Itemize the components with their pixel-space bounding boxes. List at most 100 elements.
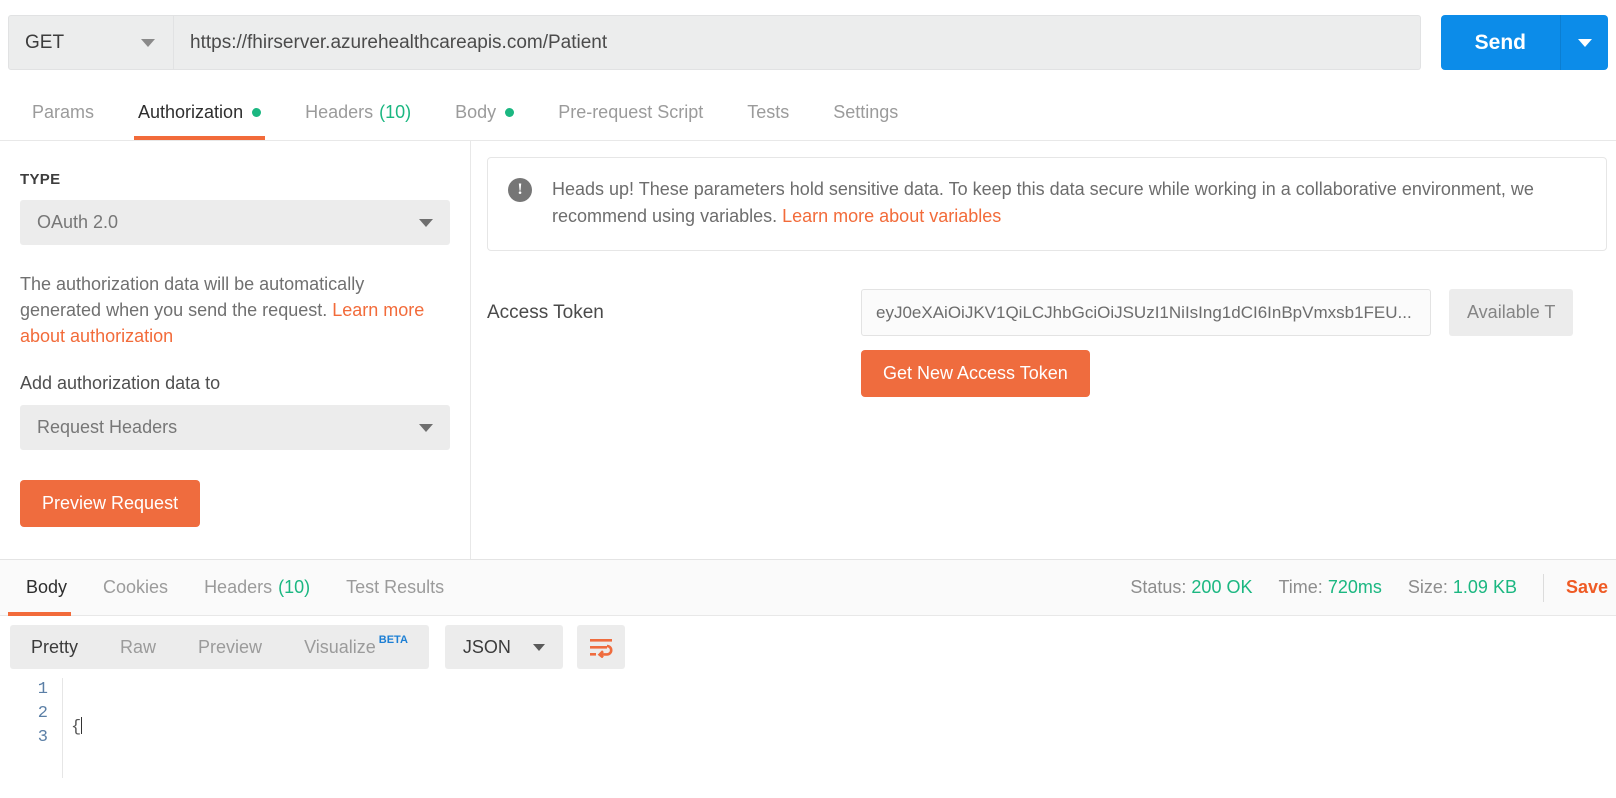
- tab-label: Pre-request Script: [558, 102, 704, 122]
- authorization-settings-column: TYPE OAuth 2.0 The authorization data wi…: [0, 141, 471, 559]
- code-content[interactable]: { "resourceType": "Bundle", "id": "164a1…: [62, 678, 1616, 778]
- format-label: Preview: [198, 636, 263, 657]
- notice-text: Heads up! These parameters hold sensitiv…: [552, 176, 1572, 230]
- status-dot-icon: [505, 108, 515, 117]
- response-tab-test-results[interactable]: Test Results: [328, 560, 462, 616]
- authorization-details-column: ! Heads up! These parameters hold sensit…: [471, 141, 1616, 559]
- format-preview-button[interactable]: Preview: [177, 625, 283, 669]
- add-authorization-data-select[interactable]: Request Headers: [20, 405, 450, 451]
- tab-label: Test Results: [346, 577, 445, 597]
- format-label: Pretty: [31, 636, 79, 657]
- format-label: Visualize: [304, 636, 376, 657]
- send-button[interactable]: Send: [1440, 15, 1560, 70]
- send-button-group: Send: [1440, 15, 1608, 70]
- tab-label: Headers: [204, 577, 273, 597]
- access-token-value: eyJ0eXAiOiJKV1QiLCJhbGciOiJSUzI1NiIsIng1…: [876, 302, 1412, 322]
- chevron-down-icon: [532, 643, 545, 651]
- status-label: Status:: [1130, 577, 1187, 597]
- word-wrap-toggle[interactable]: [576, 625, 625, 669]
- url-input[interactable]: https://fhirserver.azurehealthcareapis.c…: [174, 15, 1421, 70]
- tab-body[interactable]: Body: [433, 85, 536, 140]
- authorization-description-text: The authorization data will be automatic…: [20, 274, 365, 321]
- add-authorization-data-value: Request Headers: [37, 417, 178, 438]
- type-label: TYPE: [20, 171, 61, 188]
- access-token-row: Access Token eyJ0eXAiOiJKV1QiLCJhbGciOiJ…: [487, 289, 1616, 336]
- chevron-down-icon: [1577, 38, 1592, 47]
- response-tab-headers[interactable]: Headers (10): [186, 560, 328, 616]
- tab-pre-request-script[interactable]: Pre-request Script: [536, 85, 725, 140]
- code-line-1: {: [71, 716, 1616, 740]
- response-tabs: Body Cookies Headers (10) Test Results: [8, 560, 462, 616]
- response-tab-body[interactable]: Body: [8, 560, 85, 616]
- chevron-down-icon: [141, 38, 155, 47]
- tab-settings[interactable]: Settings: [811, 85, 920, 140]
- chevron-down-icon: [419, 218, 433, 227]
- size-badge: Size: 1.09 KB: [1408, 577, 1517, 598]
- text-cursor: [81, 717, 83, 734]
- tab-label: Authorization: [138, 102, 244, 122]
- notice-message: Heads up! These parameters hold sensitiv…: [552, 179, 1534, 226]
- available-tokens-button[interactable]: Available T: [1449, 289, 1574, 336]
- tab-count: (10): [379, 102, 412, 122]
- add-authorization-data-label: Add authorization data to: [20, 373, 221, 394]
- tab-tests[interactable]: Tests: [725, 85, 811, 140]
- tab-authorization[interactable]: Authorization: [116, 85, 283, 140]
- tab-label: Tests: [747, 102, 790, 122]
- line-number: 3: [37, 728, 48, 747]
- format-raw-button[interactable]: Raw: [99, 625, 177, 669]
- get-new-access-token-button[interactable]: Get New Access Token: [861, 350, 1090, 397]
- tab-count: (10): [278, 577, 311, 597]
- request-bar: GET https://fhirserver.azurehealthcareap…: [0, 0, 1616, 85]
- request-tabs: Params Authorization Headers (10) Body P…: [0, 85, 1616, 141]
- auth-type-select[interactable]: OAuth 2.0: [20, 200, 450, 245]
- tab-label: Body: [455, 102, 497, 122]
- learn-more-variables-link[interactable]: Learn more about variables: [782, 206, 1001, 226]
- response-body-code[interactable]: 1 2 3 { "resourceType": "Bundle", "id": …: [0, 678, 1616, 778]
- response-language-select[interactable]: JSON: [444, 625, 563, 669]
- save-response-link[interactable]: Save: [1566, 577, 1616, 598]
- format-label: Raw: [120, 636, 157, 657]
- language-value: JSON: [462, 636, 511, 657]
- preview-request-button[interactable]: Preview Request: [20, 480, 201, 528]
- format-mode-group: Pretty Raw Preview Visualize BETA: [10, 625, 429, 669]
- response-header: Body Cookies Headers (10) Test Results S…: [0, 560, 1616, 616]
- code-gutter: 1 2 3: [0, 678, 62, 778]
- tab-headers[interactable]: Headers (10): [283, 85, 433, 140]
- status-badge: Status: 200 OK: [1130, 577, 1252, 598]
- format-pretty-button[interactable]: Pretty: [10, 625, 99, 669]
- time-badge: Time: 720ms: [1278, 577, 1381, 598]
- response-format-toolbar: Pretty Raw Preview Visualize BETA JSON: [0, 616, 1616, 678]
- http-method-value: GET: [25, 31, 65, 53]
- chevron-down-icon: [419, 423, 433, 432]
- tab-label: Headers: [305, 102, 374, 122]
- size-value: 1.09 KB: [1452, 577, 1517, 597]
- code-brace: {: [71, 718, 82, 737]
- http-method-select[interactable]: GET: [8, 15, 174, 70]
- access-token-input[interactable]: eyJ0eXAiOiJKV1QiLCJhbGciOiJSUzI1NiIsIng1…: [861, 289, 1431, 336]
- info-exclamation-icon: !: [508, 178, 532, 202]
- tab-params[interactable]: Params: [10, 85, 116, 140]
- url-value: https://fhirserver.azurehealthcareapis.c…: [190, 31, 608, 53]
- time-value: 720ms: [1327, 577, 1382, 597]
- get-new-access-token-wrap: Get New Access Token: [487, 350, 1616, 397]
- authorization-description: The authorization data will be automatic…: [20, 271, 450, 349]
- status-dot-icon: [252, 108, 262, 117]
- format-visualize-button[interactable]: Visualize BETA: [283, 625, 429, 669]
- tab-label: Cookies: [103, 577, 169, 597]
- access-token-label: Access Token: [487, 301, 604, 323]
- tab-label: Params: [32, 102, 95, 122]
- response-meta: Status: 200 OK Time: 720ms Size: 1.09 KB…: [1130, 573, 1616, 602]
- status-value: 200 OK: [1191, 577, 1253, 597]
- line-number: 2: [37, 704, 48, 723]
- tab-label: Body: [26, 577, 68, 597]
- authorization-panel: TYPE OAuth 2.0 The authorization data wi…: [0, 141, 1616, 559]
- sensitive-data-notice: ! Heads up! These parameters hold sensit…: [487, 157, 1607, 251]
- response-tab-cookies[interactable]: Cookies: [85, 560, 186, 616]
- tab-label: Settings: [833, 102, 899, 122]
- auth-type-value: OAuth 2.0: [37, 212, 119, 232]
- meta-divider: [1542, 573, 1544, 602]
- beta-badge: BETA: [378, 634, 408, 646]
- send-options-button[interactable]: [1560, 15, 1608, 70]
- word-wrap-icon: [589, 639, 613, 658]
- size-label: Size:: [1407, 577, 1448, 597]
